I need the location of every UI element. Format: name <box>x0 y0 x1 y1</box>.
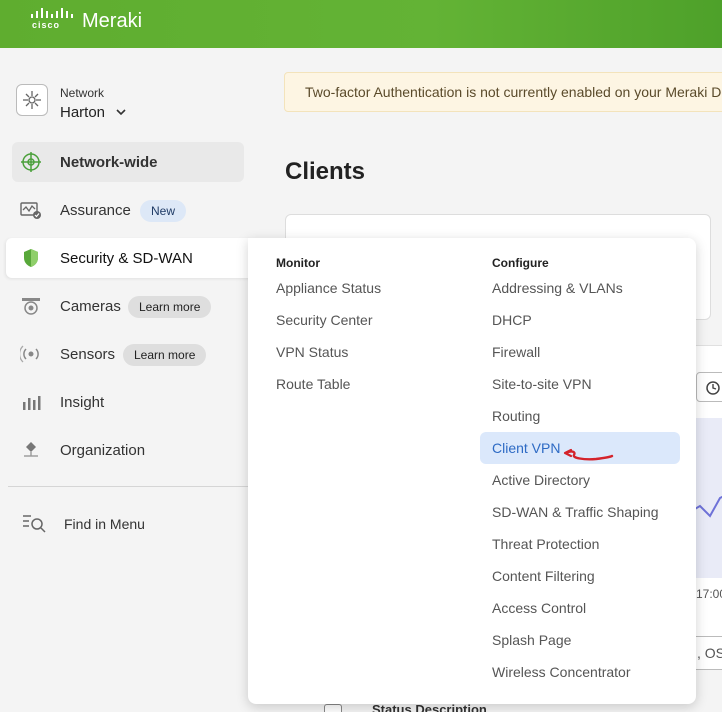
sidebar: Network Harton Network-wide Assurance Ne… <box>0 48 258 712</box>
menu-item-threat-protection[interactable]: Threat Protection <box>480 528 611 560</box>
page-title: Clients <box>285 158 366 185</box>
network-selector[interactable]: Network Harton <box>16 84 236 132</box>
sidebar-item-label: Insight <box>60 394 105 411</box>
sidebar-item-assurance[interactable]: Assurance New <box>12 190 244 230</box>
menu-item-appliance-status[interactable]: Appliance Status <box>264 272 393 304</box>
sidebar-item-label: Cameras <box>60 298 121 315</box>
network-wide-icon <box>21 152 41 172</box>
sidebar-item-cameras[interactable]: Cameras Learn more <box>12 286 244 326</box>
sidebar-item-security-sd-wan[interactable]: Security & SD-WAN <box>6 238 256 278</box>
assurance-icon <box>20 202 41 219</box>
menu-item-addressing-vlans[interactable]: Addressing & VLANs <box>480 272 635 304</box>
learn-more-badge[interactable]: Learn more <box>128 296 212 318</box>
menu-item-sdwan-traffic-shaping[interactable]: SD-WAN & Traffic Shaping <box>480 496 671 528</box>
red-arrow-annotation <box>563 448 614 461</box>
graph-time-tick: 17:00 <box>696 587 722 601</box>
menu-item-firewall[interactable]: Firewall <box>480 336 552 368</box>
shield-icon <box>24 249 38 267</box>
network-hub-icon <box>16 84 48 116</box>
sidebar-item-organization[interactable]: Organization <box>12 430 244 470</box>
camera-icon <box>22 298 40 315</box>
sidebar-item-label: Network-wide <box>60 154 158 171</box>
menu-item-active-directory[interactable]: Active Directory <box>480 464 602 496</box>
sidebar-item-sensors[interactable]: Sensors Learn more <box>12 334 244 374</box>
menu-item-dhcp[interactable]: DHCP <box>480 304 544 336</box>
sidebar-item-label: Organization <box>60 442 146 459</box>
select-all-checkbox[interactable] <box>324 704 342 712</box>
menu-item-security-center[interactable]: Security Center <box>264 304 384 336</box>
sidebar-item-label: Security & SD-WAN <box>60 250 193 267</box>
chevron-down-icon <box>116 105 126 119</box>
sidebar-item-label: Assurance <box>60 202 131 219</box>
find-in-menu-button[interactable]: Find in Menu <box>12 510 248 540</box>
sidebar-item-insight[interactable]: Insight <box>12 382 244 422</box>
sidebar-item-label: Sensors <box>60 346 116 363</box>
menu-item-content-filtering[interactable]: Content Filtering <box>480 560 607 592</box>
menu-item-splash-page[interactable]: Splash Page <box>480 624 583 656</box>
menu-item-site-to-site-vpn[interactable]: Site-to-site VPN <box>480 368 604 400</box>
cisco-bars-icon <box>31 8 73 18</box>
brand-name: Meraki <box>82 10 143 32</box>
sidebar-item-network-wide[interactable]: Network-wide <box>12 142 244 182</box>
top-bar: cisco Meraki <box>0 0 722 48</box>
menu-item-routing[interactable]: Routing <box>480 400 552 432</box>
cisco-logo[interactable]: cisco <box>30 8 74 32</box>
search-list-icon <box>23 515 46 533</box>
menu-item-vpn-status[interactable]: VPN Status <box>264 336 360 368</box>
menu-item-route-table[interactable]: Route Table <box>264 368 362 400</box>
network-label: Network <box>60 86 105 100</box>
sidebar-divider <box>8 486 248 487</box>
organization-icon <box>24 442 38 457</box>
network-name: Harton <box>60 104 106 121</box>
security-sdwan-flyout-menu: Monitor Appliance Status Security Center… <box>248 238 696 704</box>
time-range-button[interactable] <box>696 372 722 402</box>
monitor-heading: Monitor <box>276 256 320 270</box>
configure-heading: Configure <box>492 256 549 270</box>
two-factor-alert: Two-factor Authentication is not current… <box>284 72 722 112</box>
find-in-menu-label: Find in Menu <box>64 516 145 532</box>
menu-item-wireless-concentrator[interactable]: Wireless Concentrator <box>480 656 643 688</box>
menu-item-access-control[interactable]: Access Control <box>480 592 598 624</box>
sensor-icon <box>20 345 39 363</box>
insight-chart-icon <box>23 396 41 410</box>
clock-icon <box>706 381 720 395</box>
cisco-wordmark: cisco <box>32 20 61 30</box>
new-badge: New <box>140 200 187 222</box>
learn-more-badge[interactable]: Learn more <box>123 344 207 366</box>
